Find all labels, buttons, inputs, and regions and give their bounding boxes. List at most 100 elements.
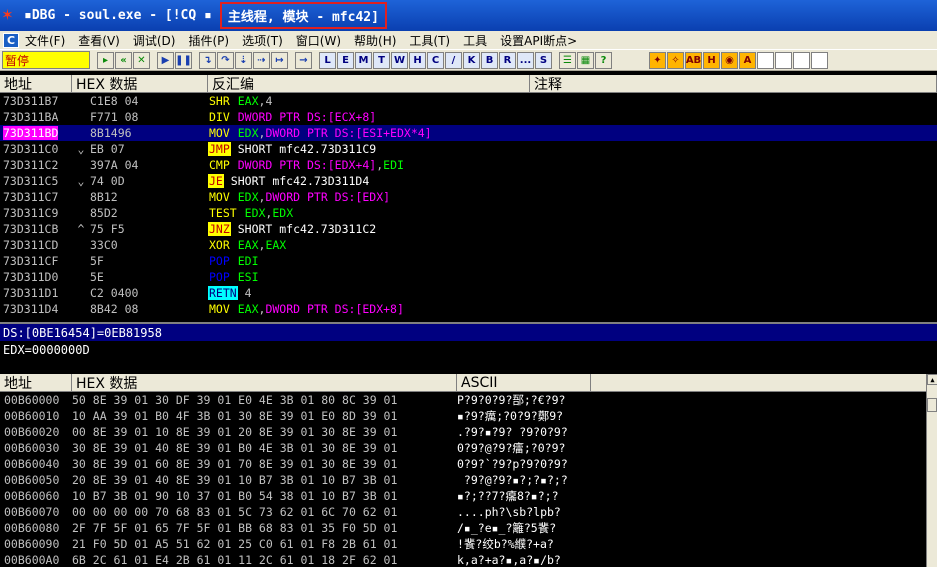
title-bar[interactable]: ▪DBG - soul.exe - [!CQ ▪ 主线程, 模块 - mfc42… — [0, 0, 937, 31]
toolbar-slot-2[interactable] — [775, 51, 792, 69]
dump-scrollbar[interactable]: ▲ — [926, 374, 937, 567]
disasm-row[interactable]: 73D311CD 33C0 XOR EAX, EAX — [0, 237, 937, 253]
disasm-row[interactable]: 73D311D1 C2 0400 RETN 4 — [0, 285, 937, 301]
disasm-row[interactable]: 73D311C2 397A 04 CMP DWORD PTR DS:[EDX+4],… — [0, 157, 937, 173]
run-trace-window-button[interactable]: ... — [517, 51, 534, 69]
dump-hex: 20 8E 39 01 40 8E 39 01 10 B7 3B 01 10 B… — [72, 473, 398, 487]
col-hex[interactable]: HEX 数据 — [72, 75, 208, 93]
menu-window[interactable]: 窗口(W) — [296, 32, 341, 49]
handles-window-button[interactable]: H — [409, 51, 426, 69]
app-bug-icon[interactable] — [2, 4, 20, 25]
grid-icon[interactable]: ▦ — [577, 51, 594, 69]
log-window-button[interactable]: L — [319, 51, 336, 69]
disasm-row[interactable]: 73D311BD 8B1496 MOV EDX, DWORD PTR DS:[ESI+… — [0, 125, 937, 141]
col-address[interactable]: 地址 — [0, 75, 72, 93]
disasm-address-text: 73D311C0 — [3, 142, 59, 156]
jump-arrow: ⌄ — [77, 142, 85, 156]
mnemonic: POP — [209, 270, 230, 284]
toolbar-slot-1[interactable] — [757, 51, 774, 69]
toolbar-slot-3[interactable] — [793, 51, 810, 69]
run-icon[interactable]: ▶ — [157, 51, 174, 69]
disasm-row[interactable]: 73D311CF 5F POP EDI — [0, 253, 937, 269]
dump-row[interactable]: 00B60030 30 8E 39 01 40 8E 39 01 B0 4E 3B… — [0, 440, 926, 456]
windows-window-button[interactable]: W — [391, 51, 408, 69]
mnemonic-space — [231, 270, 238, 284]
memory-window-button[interactable]: M — [355, 51, 372, 69]
open-icon[interactable]: ▸ — [97, 51, 114, 69]
plugin-asm-icon[interactable]: A — [739, 51, 756, 69]
execute-till-return-icon[interactable]: ↦ — [271, 51, 288, 69]
help-icon[interactable]: ? — [595, 51, 612, 69]
disasm-instruction: POP ESI — [208, 270, 937, 284]
references-window-button[interactable]: R — [499, 51, 516, 69]
disasm-row[interactable]: 73D311B7 C1E8 04 SHR EAX, 4 — [0, 93, 937, 109]
dump-col-ascii[interactable]: ASCII — [457, 374, 591, 392]
disassembly-pane[interactable]: 73D311B7 C1E8 04 SHR EAX, 4 73D311BA F771 08 D… — [0, 93, 937, 319]
menu-debug[interactable]: 调试(D) — [133, 32, 176, 49]
dump-row[interactable]: 00B60020 00 8E 39 01 10 8E 39 01 20 8E 39… — [0, 424, 926, 440]
disasm-hex: 8B1496 — [90, 126, 132, 140]
info-pane[interactable]: DS:[0BE16454]=0EB81958 EDX=0000000D — [0, 322, 937, 372]
dump-row[interactable]: 00B600A0 6B 2C 61 01 E4 2B 61 01 11 2C 61… — [0, 552, 926, 567]
dump-row[interactable]: 00B60080 2F 7F 5F 01 65 7F 5F 01 BB 68 83… — [0, 520, 926, 536]
operand: EAX — [237, 238, 259, 252]
menu-set-api-breakpoint[interactable]: 设置API断点> — [500, 32, 577, 49]
dump-row[interactable]: 00B60040 30 8E 39 01 60 8E 39 01 70 8E 39… — [0, 456, 926, 472]
disasm-row[interactable]: 73D311D4 8B42 08 MOV EAX, DWORD PTR DS:[EDX… — [0, 301, 937, 317]
dump-row[interactable]: 00B60050 20 8E 39 01 40 8E 39 01 10 B7 3B… — [0, 472, 926, 488]
list-icon[interactable]: ☰ — [559, 51, 576, 69]
disasm-row[interactable]: 73D311BA F771 08 DIV DWORD PTR DS:[ECX+8] — [0, 109, 937, 125]
menu-tools[interactable]: 工具(T) — [409, 32, 450, 49]
dump-row[interactable]: 00B60070 00 00 00 00 70 68 83 01 5C 73 62… — [0, 504, 926, 520]
dump-row[interactable]: 00B60010 10 AA 39 01 B0 4F 3B 01 30 8E 39… — [0, 408, 926, 424]
dump-row[interactable]: 00B60060 10 B7 3B 01 90 10 37 01 B0 54 38… — [0, 488, 926, 504]
scroll-thumb[interactable] — [927, 398, 937, 412]
toolbar-slot-4[interactable] — [811, 51, 828, 69]
rewind-icon[interactable]: « — [115, 51, 132, 69]
step-into-icon[interactable]: ↴ — [199, 51, 216, 69]
menu-file[interactable]: 文件(F) — [25, 32, 65, 49]
dump-col-hex[interactable]: HEX 数据 — [72, 374, 457, 392]
cpu-window-icon[interactable]: C — [3, 32, 19, 48]
plugin-icon-2[interactable]: ✧ — [667, 51, 684, 69]
mnemonic-space — [224, 174, 231, 188]
operand: , — [258, 302, 266, 316]
modules-window-button[interactable]: E — [337, 51, 354, 69]
disasm-row[interactable]: 73D311C9 85D2 TEST EDX, EDX — [0, 205, 937, 221]
memory-dump-pane[interactable]: 00B60000 50 8E 39 01 30 DF 39 01 E0 4E 3B… — [0, 392, 926, 567]
go-to-icon[interactable]: → — [295, 51, 312, 69]
menu-tools-2[interactable]: 工具 — [463, 32, 487, 49]
plugin-hbp-icon[interactable]: H — [703, 51, 720, 69]
disasm-address: 73D311CB — [0, 222, 72, 236]
dump-row[interactable]: 00B60000 50 8E 39 01 30 DF 39 01 E0 4E 3B… — [0, 392, 926, 408]
menu-plugins[interactable]: 插件(P) — [188, 32, 229, 49]
menu-options[interactable]: 选项(T) — [242, 32, 283, 49]
disasm-row[interactable]: 73D311CB ^ 75 F5 JNZ SHORT mfc42.73D311C2 — [0, 221, 937, 237]
disasm-row[interactable]: 73D311C0 ⌄ EB 07 JMP SHORT mfc42.73D311C9 — [0, 141, 937, 157]
plugin-eye-icon[interactable]: ◉ — [721, 51, 738, 69]
menu-view[interactable]: 查看(V) — [78, 32, 120, 49]
dump-row[interactable]: 00B60090 21 F0 5D 01 A5 51 62 01 25 C0 61… — [0, 536, 926, 552]
scroll-up-arrow-icon[interactable]: ▲ — [927, 374, 937, 385]
pause-icon[interactable]: ❚❚ — [175, 51, 192, 69]
disasm-row[interactable]: 73D311D0 5E POP ESI — [0, 269, 937, 285]
plugin-icon-1[interactable]: ✦ — [649, 51, 666, 69]
call-stack-window-button[interactable]: K — [463, 51, 480, 69]
breakpoints-window-button[interactable]: B — [481, 51, 498, 69]
dump-ascii: ▪?;??7?癟8?▪?;? — [457, 489, 559, 503]
cpu-window-button[interactable]: C — [427, 51, 444, 69]
close-process-icon[interactable]: ✕ — [133, 51, 150, 69]
col-comment[interactable]: 注释 — [530, 75, 937, 93]
menu-help[interactable]: 帮助(H) — [354, 32, 396, 49]
step-over-icon[interactable]: ↷ — [217, 51, 234, 69]
dump-col-address[interactable]: 地址 — [0, 374, 72, 392]
patches-window-button[interactable]: / — [445, 51, 462, 69]
col-disassembly[interactable]: 反汇编 — [208, 75, 530, 93]
source-window-button[interactable]: S — [535, 51, 552, 69]
disasm-row[interactable]: 73D311C7 8B12 MOV EDX, DWORD PTR DS:[EDX] — [0, 189, 937, 205]
trace-into-icon[interactable]: ⇣ — [235, 51, 252, 69]
plugin-ab-icon[interactable]: AB — [685, 51, 702, 69]
trace-over-icon[interactable]: ⇢ — [253, 51, 270, 69]
threads-window-button[interactable]: T — [373, 51, 390, 69]
disasm-row[interactable]: 73D311C5 ⌄ 74 0D JE SHORT mfc42.73D311D4 — [0, 173, 937, 189]
